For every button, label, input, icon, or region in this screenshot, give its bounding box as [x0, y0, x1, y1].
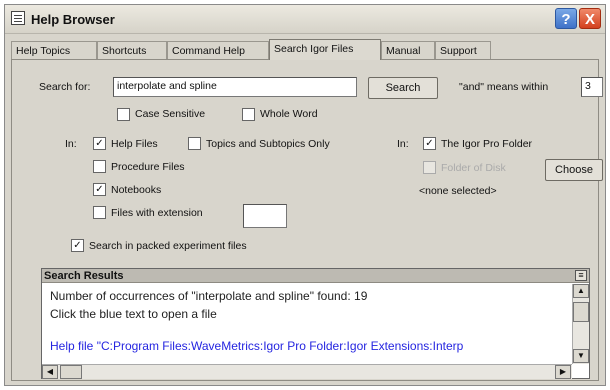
help-files-checkbox[interactable]: ✓: [93, 137, 106, 150]
horizontal-scroll-thumb[interactable]: [60, 365, 82, 379]
search-button[interactable]: Search: [368, 77, 438, 99]
help-button[interactable]: ?: [555, 8, 577, 29]
extension-input[interactable]: [243, 204, 287, 228]
whole-word-checkbox[interactable]: [242, 108, 255, 121]
tab-command-help[interactable]: Command Help: [167, 41, 269, 59]
scroll-left-icon[interactable]: ◀: [42, 365, 58, 379]
window-title: Help Browser: [31, 12, 115, 27]
other-folder-label: Folder of Disk: [441, 162, 506, 174]
tab-shortcuts[interactable]: Shortcuts: [97, 41, 167, 59]
results-instruction-text: Click the blue text to open a file: [50, 307, 217, 321]
tab-help-topics[interactable]: Help Topics: [11, 41, 97, 59]
topics-only-checkbox[interactable]: [188, 137, 201, 150]
notebooks-label: Notebooks: [111, 184, 162, 196]
help-browser-window: Help Browser ? X Help Topics Shortcuts C…: [4, 4, 606, 386]
close-button[interactable]: X: [579, 8, 601, 29]
topics-only-label: Topics and Subtopics Only: [206, 138, 330, 150]
packed-experiment-checkbox[interactable]: ✓: [71, 239, 84, 252]
files-with-extension-checkbox[interactable]: [93, 206, 106, 219]
procedure-files-label: Procedure Files: [111, 161, 185, 173]
tab-manual[interactable]: Manual: [381, 41, 435, 59]
search-results-title: Search Results: [44, 270, 124, 282]
in-files-label: In:: [65, 138, 77, 150]
search-for-label: Search for:: [39, 81, 91, 93]
files-with-extension-label: Files with extension: [111, 207, 203, 219]
results-count-text: Number of occurrences of "interpolate an…: [50, 289, 368, 303]
title-bar: Help Browser ? X: [5, 5, 605, 34]
in-folder-label: In:: [397, 138, 409, 150]
and-within-input[interactable]: 3: [581, 77, 603, 97]
tab-search-igor-files[interactable]: Search Igor Files: [269, 39, 381, 60]
case-sensitive-checkbox[interactable]: [117, 108, 130, 121]
procedure-files-checkbox[interactable]: [93, 160, 106, 173]
igor-pro-folder-checkbox[interactable]: ✓: [423, 137, 436, 150]
result-link[interactable]: Help file "C:Program Files:WaveMetrics:I…: [50, 339, 565, 353]
vertical-scroll-thumb[interactable]: [573, 302, 589, 322]
whole-word-label: Whole Word: [260, 108, 318, 120]
packed-experiment-label: Search in packed experiment files: [89, 240, 247, 252]
scroll-up-icon[interactable]: ▲: [573, 284, 589, 298]
help-window-icon: [11, 11, 25, 25]
case-sensitive-label: Case Sensitive: [135, 108, 206, 120]
choose-button[interactable]: Choose: [545, 159, 603, 181]
scroll-down-icon[interactable]: ▼: [573, 349, 589, 363]
search-results-header: Search Results ≡: [42, 269, 589, 283]
and-means-within-label: "and" means within: [459, 81, 549, 93]
search-results-pane: Search Results ≡ Number of occurrences o…: [41, 268, 590, 379]
scroll-right-icon[interactable]: ▶: [555, 365, 571, 379]
other-folder-checkbox: [423, 161, 436, 174]
igor-pro-folder-label: The Igor Pro Folder: [441, 138, 533, 150]
results-menu-icon[interactable]: ≡: [575, 270, 587, 281]
notebooks-checkbox[interactable]: ✓: [93, 183, 106, 196]
folder-selection-text: <none selected>: [419, 185, 497, 197]
tab-support[interactable]: Support: [435, 41, 491, 59]
horizontal-scrollbar[interactable]: ◀ ▶: [42, 364, 572, 379]
vertical-scrollbar[interactable]: ▲ ▼: [572, 284, 589, 364]
search-input[interactable]: interpolate and spline: [113, 77, 357, 97]
help-files-label: Help Files: [111, 138, 158, 150]
